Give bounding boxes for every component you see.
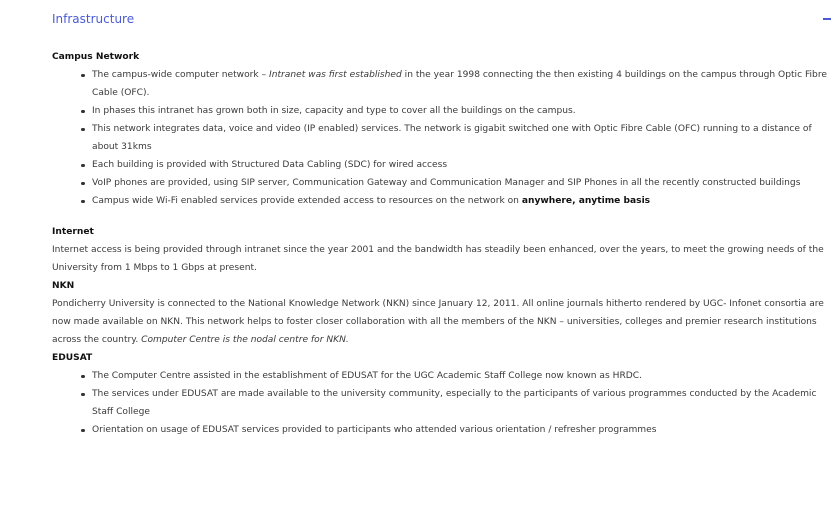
list-item: Campus wide Wi-Fi enabled services provi… xyxy=(81,192,828,210)
accordion-title: Infrastructure xyxy=(52,12,135,26)
list-item-text: The campus-wide computer network – xyxy=(92,70,270,80)
section-heading-edusat: EDUSAT xyxy=(52,353,93,363)
list-item: VoIP phones are provided, using SIP serv… xyxy=(81,174,828,192)
list-item-text: Campus wide Wi-Fi enabled services provi… xyxy=(92,196,522,206)
list-item: The services under EDUSAT are made avail… xyxy=(81,385,828,421)
list-item: The Computer Centre assisted in the esta… xyxy=(81,367,828,385)
edusat-list: The Computer Centre assisted in the esta… xyxy=(52,367,828,439)
accordion-header-infrastructure[interactable]: Infrastructure xyxy=(52,8,831,30)
section-heading-campus-network: Campus Network xyxy=(52,52,140,62)
list-item: The campus-wide computer network – Intra… xyxy=(81,66,828,102)
list-item: Each building is provided with Structure… xyxy=(81,156,828,174)
list-item: In phases this intranet has grown both i… xyxy=(81,102,828,120)
list-item: This network integrates data, voice and … xyxy=(81,120,828,156)
accordion-content: Campus Network The campus-wide computer … xyxy=(52,48,828,439)
list-item-emphasis: Intranet was first established xyxy=(269,70,402,80)
section-heading-nkn: NKN xyxy=(52,281,75,291)
campus-network-list: The campus-wide computer network – Intra… xyxy=(52,66,828,210)
list-item: Orientation on usage of EDUSAT services … xyxy=(81,421,828,439)
section-heading-internet: Internet xyxy=(52,227,94,237)
infrastructure-panel: Infrastructure Campus Network The campus… xyxy=(0,0,831,507)
internet-paragraph: Internet access is being provided throug… xyxy=(52,245,824,273)
list-item-bold: anywhere, anytime basis xyxy=(521,196,651,206)
collapse-minus-icon[interactable] xyxy=(823,18,831,20)
nkn-paragraph: Pondicherry University is connected to t… xyxy=(52,295,828,349)
nkn-emphasis: Computer Centre is the nodal centre for … xyxy=(141,335,349,345)
